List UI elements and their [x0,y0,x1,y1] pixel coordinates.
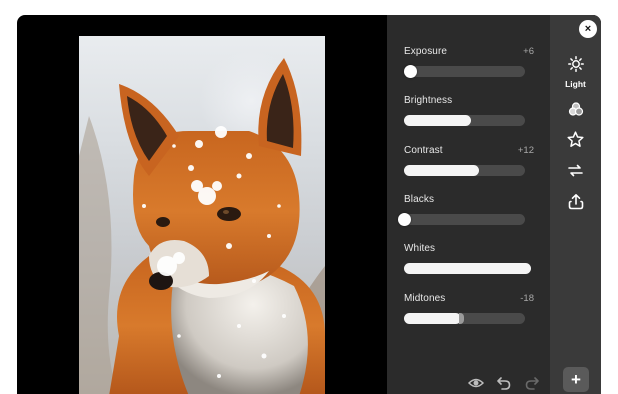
adjustment-whites: Whites [404,241,534,274]
slider-handle[interactable] [459,313,464,324]
close-button[interactable]: × [579,20,597,38]
redo-icon[interactable] [523,374,541,392]
rail-item-light[interactable]: Light [550,56,601,89]
rail-item-label: Light [565,79,586,89]
adjustment-label: Midtones [404,292,446,304]
adjustments-panel: Exposure +6 Brightness Contrast +12 Blac… [387,15,550,394]
editor-window: Exposure +6 Brightness Contrast +12 Blac… [17,15,601,394]
adjustment-label: Contrast [404,144,443,156]
adjustment-blacks: Blacks [398,192,534,226]
brightness-slider[interactable] [404,115,525,126]
slider-handle[interactable] [398,213,411,226]
export-icon [568,193,584,215]
slider-handle[interactable] [404,65,417,78]
color-circles-icon [568,101,584,122]
slider-fill [404,313,461,324]
adjustment-midtones: Midtones -18 [404,291,534,324]
tool-rail: Light [550,15,601,394]
adjustment-label: Brightness [404,94,453,106]
adjustment-exposure: Exposure +6 [404,44,534,78]
adjustment-value: -18 [520,292,534,304]
exposure-slider[interactable] [404,65,525,78]
fox-photo [79,58,325,394]
rail-item-crop[interactable] [550,162,601,184]
rail-item-color[interactable] [550,101,601,122]
slider-fill [404,165,479,176]
adjustment-label: Exposure [404,45,448,57]
star-icon [567,131,584,153]
slider-fill [404,115,471,126]
rail-item-effects[interactable] [550,131,601,153]
rail-item-export[interactable] [550,193,601,215]
adjustment-label: Whites [404,242,436,254]
midtones-slider[interactable] [404,313,525,324]
blacks-slider[interactable] [398,213,525,226]
adjustment-label: Blacks [404,193,435,205]
slider-fill [404,263,531,274]
adjustment-brightness: Brightness [404,93,534,126]
contrast-slider[interactable] [404,165,525,176]
photo-canvas[interactable] [79,36,325,394]
adjustment-value: +12 [517,144,534,156]
adjustment-value: +6 [523,45,534,57]
crop-rotate-icon [567,162,584,184]
whites-slider[interactable] [404,263,531,274]
add-button[interactable]: + [563,367,589,392]
sun-icon [567,56,584,77]
eye-icon[interactable] [467,374,485,392]
history-toolbar [467,374,541,392]
undo-icon[interactable] [495,374,513,392]
adjustment-contrast: Contrast +12 [404,143,534,176]
